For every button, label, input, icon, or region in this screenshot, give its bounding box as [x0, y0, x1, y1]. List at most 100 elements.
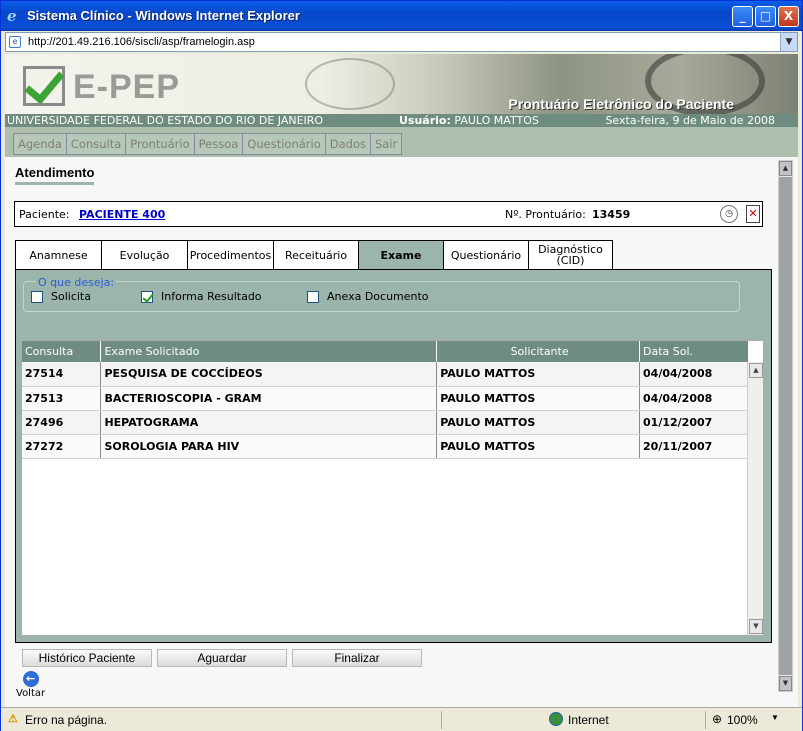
cell-exame: SOROLOGIA PARA HIV [100, 434, 438, 459]
status-text[interactable]: Erro na página. [25, 713, 107, 727]
cell-consulta: 27514 [22, 362, 102, 387]
scroll-thumb[interactable] [779, 177, 792, 675]
solicita-label: Solicita [51, 290, 91, 303]
anexa-documento-label: Anexa Documento [327, 290, 429, 303]
chevron-down-icon[interactable]: ▼ [771, 713, 779, 722]
record-number: 13459 [592, 208, 631, 221]
chevron-down-icon[interactable]: ▼ [780, 33, 797, 51]
menu-item-dados[interactable]: Dados [324, 133, 370, 155]
clock-icon[interactable]: ◷ [720, 205, 738, 223]
options-group: O que deseja: Solicita Informa Resultado… [23, 277, 740, 312]
tab-evolucao[interactable]: Evolução [101, 240, 187, 269]
scroll-up-icon[interactable]: ▲ [749, 363, 763, 378]
main-menu: Agenda Consulta Prontuário Pessoa Questi… [5, 127, 798, 157]
main-frame: Atendimento Paciente: PACIENTE 400 Nº. P… [5, 157, 798, 707]
close-button[interactable]: X [778, 6, 799, 27]
zoom-level[interactable]: 100% [727, 713, 758, 727]
page-icon: e [9, 36, 21, 48]
status-divider [441, 711, 442, 729]
address-bar[interactable]: e http://201.49.216.106/siscli/asp/frame… [5, 32, 798, 52]
patient-name-link[interactable]: PACIENTE 400 [79, 208, 165, 221]
column-header-exame[interactable]: Exame Solicitado [100, 341, 438, 362]
address-url[interactable]: http://201.49.216.106/siscli/asp/framelo… [28, 36, 255, 48]
menu-item-agenda[interactable]: Agenda [13, 133, 66, 155]
delete-icon[interactable]: ✕ [746, 205, 760, 223]
menu-item-consulta[interactable]: Consulta [65, 133, 126, 155]
cell-data: 20/11/2007 [639, 434, 749, 459]
scroll-down-icon[interactable]: ▼ [779, 676, 792, 691]
finish-button[interactable]: Finalizar [292, 649, 422, 667]
option-solicita[interactable]: Solicita [31, 290, 91, 303]
tab-anamnese[interactable]: Anamnese [15, 240, 101, 269]
menu-item-prontuario[interactable]: Prontuário [125, 133, 194, 155]
tab-procedimentos[interactable]: Procedimentos [187, 240, 273, 269]
ie-logo-icon: e [7, 7, 17, 25]
maximize-button[interactable]: □ [755, 6, 776, 27]
column-header-consulta[interactable]: Consulta [22, 341, 102, 362]
column-header-solicitante[interactable]: Solicitante [436, 341, 641, 362]
page-title: Atendimento [15, 165, 95, 185]
cell-exame: BACTERIOSCOPIA - GRAM [100, 386, 438, 411]
record-label: Nº. Prontuário: [505, 208, 586, 221]
menu-item-sair[interactable]: Sair [369, 133, 403, 155]
option-informa-resultado[interactable]: Informa Resultado [141, 290, 262, 303]
tab-strip: Anamnese Evolução Procedimentos Receituá… [15, 240, 613, 270]
menu-item-questionario[interactable]: Questionário [242, 133, 325, 155]
action-buttons: Histórico Paciente Aguardar Finalizar [22, 649, 422, 667]
browser-window: e Sistema Clínico - Windows Internet Exp… [0, 0, 803, 731]
informa-resultado-label: Informa Resultado [161, 290, 262, 303]
option-anexa-documento[interactable]: Anexa Documento [307, 290, 429, 303]
user-name: PAULO MATTOS [454, 114, 539, 127]
patient-info-bar: Paciente: PACIENTE 400 Nº. Prontuário: 1… [14, 201, 763, 227]
window-title: Sistema Clínico - Windows Internet Explo… [27, 8, 300, 23]
cell-solicitante: PAULO MATTOS [436, 386, 641, 411]
anexa-documento-checkbox[interactable] [307, 290, 319, 303]
current-user: Usuário: PAULO MATTOS [399, 114, 539, 127]
cell-solicitante: PAULO MATTOS [436, 362, 641, 387]
cell-solicitante: PAULO MATTOS [436, 410, 641, 435]
tab-receituario[interactable]: Receituário [273, 240, 358, 269]
history-button[interactable]: Histórico Paciente [22, 649, 152, 667]
minimize-button[interactable]: _ [732, 6, 753, 27]
user-label: Usuário: [399, 114, 451, 127]
table-header-row: Consulta Exame Solicitado Solicitante Da… [22, 341, 749, 362]
table-row[interactable]: 27272 SOROLOGIA PARA HIV PAULO MATTOS 20… [22, 434, 749, 459]
tab-diagnostico[interactable]: Diagnóstico (CID) [528, 240, 613, 269]
cell-consulta: 27496 [22, 410, 102, 435]
cell-consulta: 27272 [22, 434, 102, 459]
table-row[interactable]: 27514 PESQUISA DE COCCÍDEOS PAULO MATTOS… [22, 362, 749, 387]
decorative-graphic [305, 58, 395, 110]
exam-panel: O que deseja: Solicita Informa Resultado… [15, 269, 772, 643]
cell-data: 04/04/2008 [639, 386, 749, 411]
warning-icon[interactable]: ⚠ [8, 713, 20, 725]
scroll-down-icon[interactable]: ▼ [749, 619, 763, 634]
informa-resultado-checkbox[interactable] [141, 290, 153, 303]
table-row[interactable]: 27513 BACTERIOSCOPIA - GRAM PAULO MATTOS… [22, 386, 749, 411]
back-arrow-icon[interactable]: ← [22, 671, 39, 687]
zoom-icon[interactable]: ⊕ [712, 712, 722, 726]
back-link[interactable]: ← Voltar [16, 671, 45, 699]
grid-header-filler [727, 341, 747, 362]
cell-consulta: 27513 [22, 386, 102, 411]
wait-button[interactable]: Aguardar [157, 649, 287, 667]
status-bar: ⚠ Erro na página. Internet ⊕ 100% ▼ [1, 707, 802, 731]
grid-scrollbar[interactable]: ▲ ▼ [747, 362, 763, 635]
scroll-up-icon[interactable]: ▲ [779, 161, 792, 176]
page-content: E-PEP Prontuário Eletrônico do Paciente … [5, 54, 798, 707]
cell-data: 04/04/2008 [639, 362, 749, 387]
security-zone: Internet [568, 713, 609, 727]
tab-exame[interactable]: Exame [358, 240, 443, 270]
status-divider [705, 711, 706, 729]
app-logo: E-PEP [73, 68, 181, 106]
menu-item-pessoa[interactable]: Pessoa [193, 133, 243, 155]
page-scrollbar[interactable]: ▲ ▼ [778, 160, 793, 692]
table-row[interactable]: 27496 HEPATOGRAMA PAULO MATTOS 01/12/200… [22, 410, 749, 435]
exam-grid: Consulta Exame Solicitado Solicitante Da… [21, 340, 764, 636]
globe-icon [549, 712, 563, 726]
title-bar: e Sistema Clínico - Windows Internet Exp… [1, 1, 802, 31]
solicita-checkbox[interactable] [31, 290, 43, 303]
checkmark-logo-icon [23, 66, 65, 106]
tab-questionario[interactable]: Questionário [443, 240, 528, 269]
cell-exame: PESQUISA DE COCCÍDEOS [100, 362, 438, 387]
back-label[interactable]: Voltar [16, 688, 45, 699]
